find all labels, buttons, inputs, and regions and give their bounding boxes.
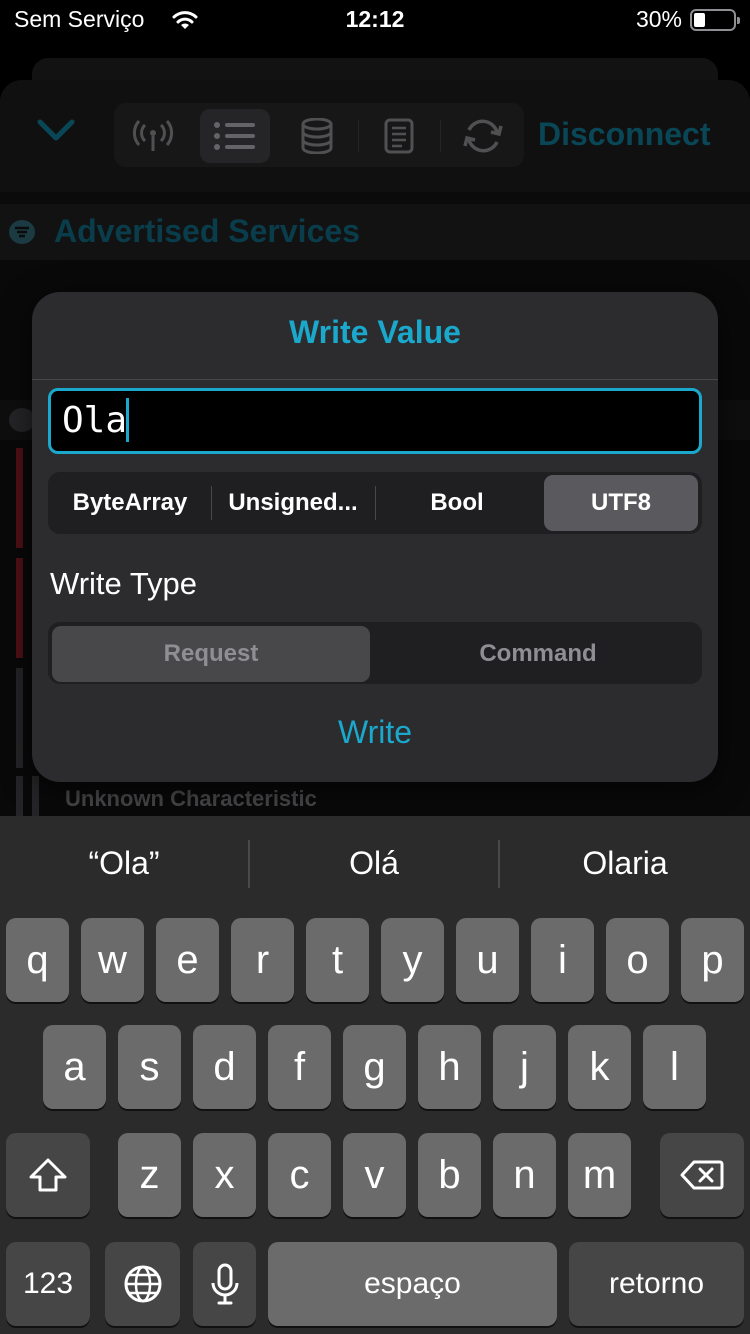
key-z[interactable]: z [118, 1133, 181, 1217]
key-d[interactable]: d [193, 1025, 256, 1109]
key-l[interactable]: l [643, 1025, 706, 1109]
format-option-utf8[interactable]: UTF8 [544, 475, 698, 531]
key-o[interactable]: o [606, 918, 669, 1002]
key-q[interactable]: q [6, 918, 69, 1002]
key-b[interactable]: b [418, 1133, 481, 1217]
key-c[interactable]: c [268, 1133, 331, 1217]
numbers-key[interactable]: 123 [6, 1242, 90, 1326]
key-t[interactable]: t [306, 918, 369, 1002]
backspace-key[interactable] [660, 1133, 744, 1217]
backspace-icon [680, 1160, 724, 1190]
text-cursor [126, 398, 129, 442]
value-input-text: Ola [62, 400, 128, 441]
key-r[interactable]: r [231, 918, 294, 1002]
write-type-command[interactable]: Command [376, 626, 700, 682]
return-key[interactable]: retorno [569, 1242, 744, 1326]
write-button[interactable]: Write [0, 714, 750, 751]
write-value-dialog [32, 292, 718, 782]
suggestion-1[interactable]: “Ola” [0, 845, 248, 885]
format-option-unsigned[interactable]: Unsigned... [212, 474, 374, 532]
key-m[interactable]: m [568, 1133, 631, 1217]
battery-percent: 30% [635, 6, 682, 32]
dialog-divider [32, 379, 718, 380]
key-e[interactable]: e [156, 918, 219, 1002]
shift-key[interactable] [6, 1133, 90, 1217]
key-f[interactable]: f [268, 1025, 331, 1109]
battery-level [694, 13, 705, 27]
globe-key[interactable] [105, 1242, 180, 1326]
key-j[interactable]: j [493, 1025, 556, 1109]
dictation-key[interactable] [193, 1242, 256, 1326]
format-option-bytearray[interactable]: ByteArray [50, 474, 210, 532]
key-v[interactable]: v [343, 1133, 406, 1217]
write-type-request[interactable]: Request [52, 626, 370, 682]
suggestion-3[interactable]: Olaria [500, 845, 750, 885]
key-y[interactable]: y [381, 918, 444, 1002]
suggestion-2[interactable]: Olá [250, 845, 498, 885]
key-x[interactable]: x [193, 1133, 256, 1217]
key-g[interactable]: g [343, 1025, 406, 1109]
key-k[interactable]: k [568, 1025, 631, 1109]
write-type-label: Write Type [50, 566, 198, 601]
shift-icon [29, 1158, 67, 1192]
key-i[interactable]: i [531, 918, 594, 1002]
status-bar: Sem Serviço 12:12 30% [0, 0, 750, 42]
key-n[interactable]: n [493, 1133, 556, 1217]
key-s[interactable]: s [118, 1025, 181, 1109]
value-input[interactable] [48, 388, 702, 454]
globe-icon [124, 1265, 161, 1303]
key-h[interactable]: h [418, 1025, 481, 1109]
key-a[interactable]: a [43, 1025, 106, 1109]
key-w[interactable]: w [81, 918, 144, 1002]
key-p[interactable]: p [681, 918, 744, 1002]
microphone-icon [211, 1263, 238, 1305]
battery-icon [690, 9, 740, 31]
format-option-bool[interactable]: Bool [376, 474, 538, 532]
space-key[interactable]: espaço [268, 1242, 557, 1326]
dialog-title: Write Value [289, 314, 461, 350]
key-u[interactable]: u [456, 918, 519, 1002]
